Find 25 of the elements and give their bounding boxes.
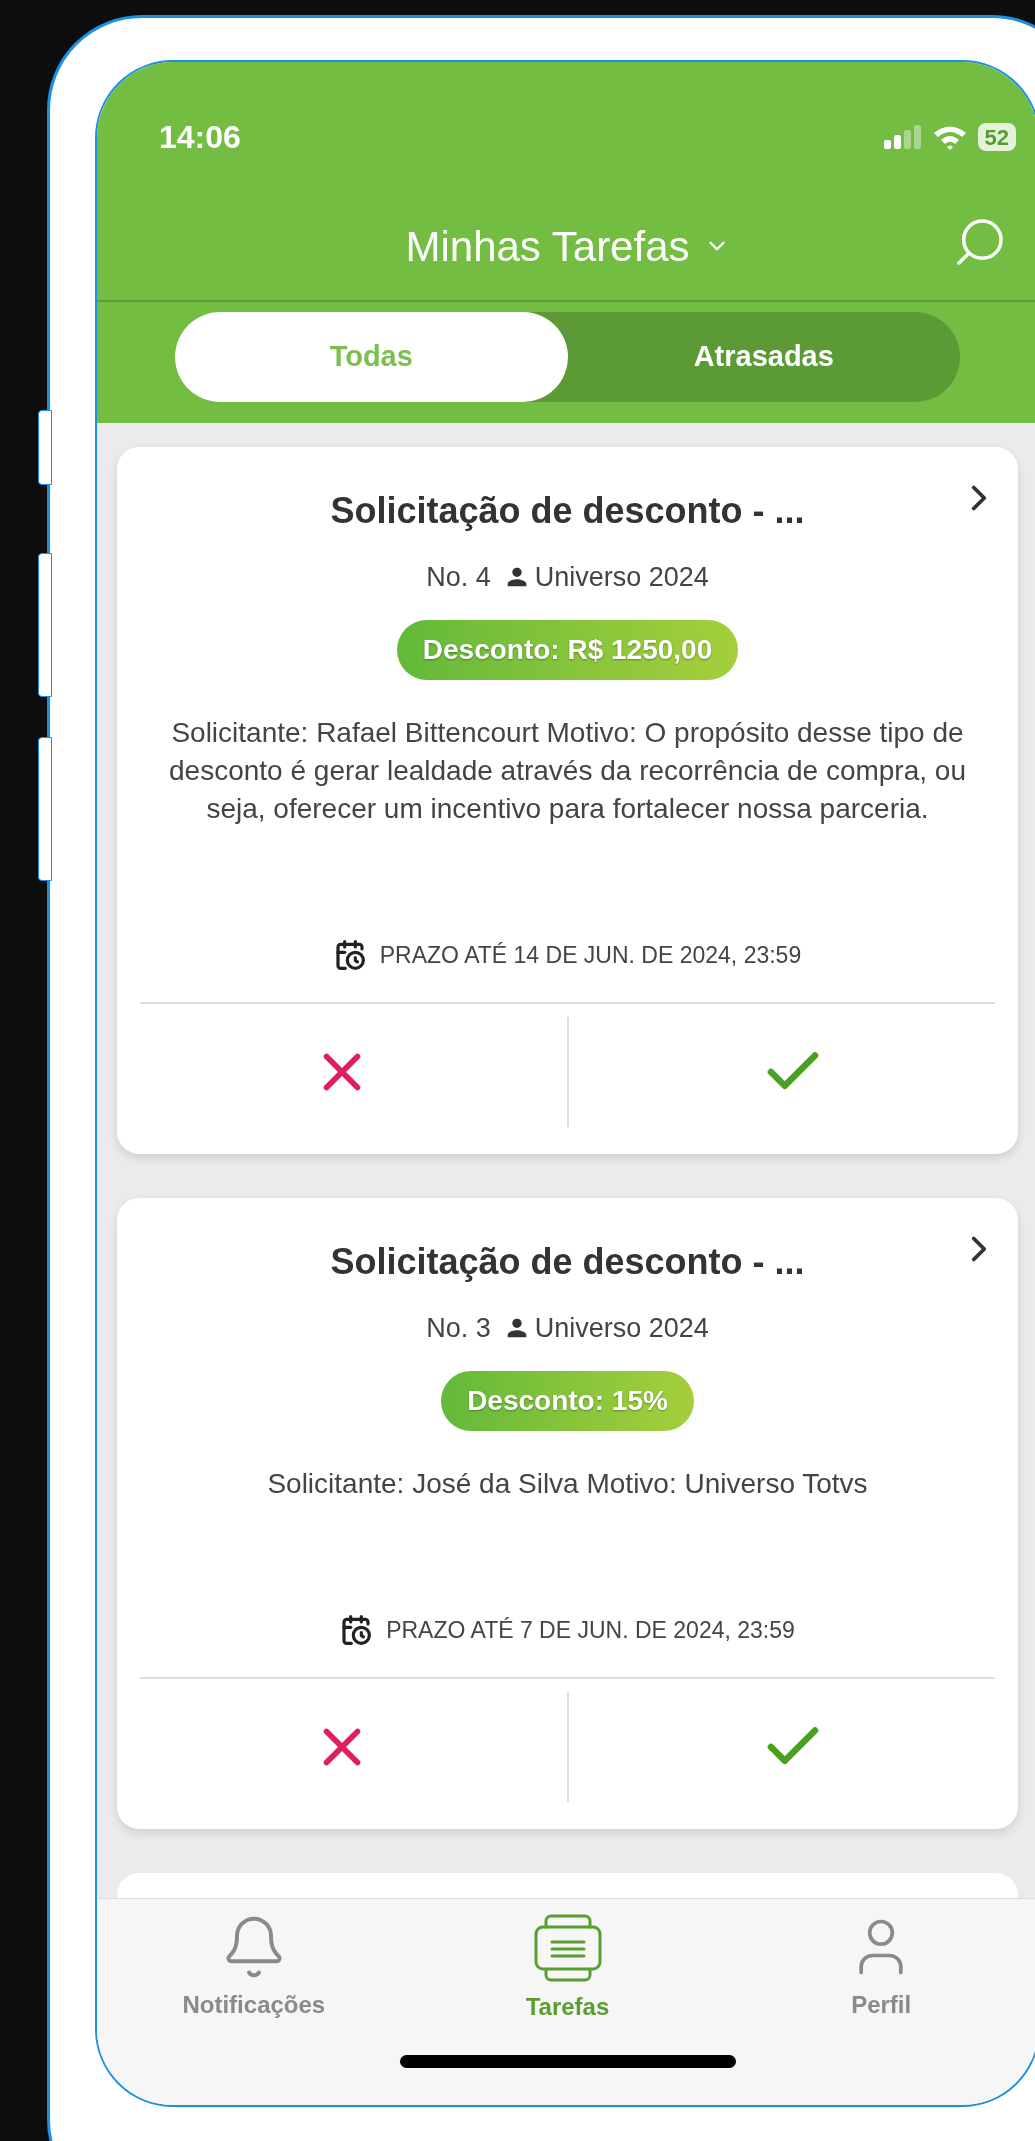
deadline-text: PRAZO ATÉ 14 DE JUN. DE 2024, 23:59 [379,940,802,970]
task-title: Solicitação de desconto - ... [330,1240,805,1284]
status-time: 14:06 [159,118,241,157]
task-owner: Universo 2024 [534,1312,709,1345]
discount-badge: Desconto: 15% [441,1370,694,1431]
task-title: Solicitação de desconto - ... [330,489,805,533]
title-dropdown[interactable]: Minhas Tarefas [405,214,730,278]
nav-tab[interactable]: Perfil [724,1913,1035,2025]
task-card[interactable]: Solicitação de desconto - ... No. 3 Universo 2024 Desconto: 15% Solicitante: José da Silva Motivo: Universo Totvs PRAZO ATÉ 7 DE JUN. DE 2024, 23:59 [117,1198,1018,1829]
calendar-clock-icon [340,1613,373,1646]
task-owner: Universo 2024 [534,561,709,594]
filter-tab[interactable]: Atrasadas [567,312,960,402]
calendar-clock-icon [333,938,366,971]
deadline-text: PRAZO ATÉ 7 DE JUN. DE 2024, 23:59 [386,1615,795,1645]
battery-indicator: 52 [977,123,1016,151]
nav-tab[interactable]: Tarefas [410,1913,725,2025]
task-number: No. 4 [426,561,491,594]
task-card[interactable] [117,447,1018,1154]
discount-badge: Desconto: R$ 1250,00 [396,619,739,680]
nav-tab[interactable]: Notificações [97,1913,411,2025]
task-description: Solicitante: José da Silva Motivo: Universo Totvs [266,1466,869,1501]
task-description: Solicitante: Rafael Bittencourt Motivo: O propósito desse tipo de desconto é gerar lealdade através da recorrência de compra, ou seja, oferecer um incentivo para fortalecer nossa parceria. [168,715,967,826]
task-number: No. 3 [426,1312,491,1345]
filter-tab[interactable]: Todas [175,312,568,402]
signal-icon [883,125,922,149]
